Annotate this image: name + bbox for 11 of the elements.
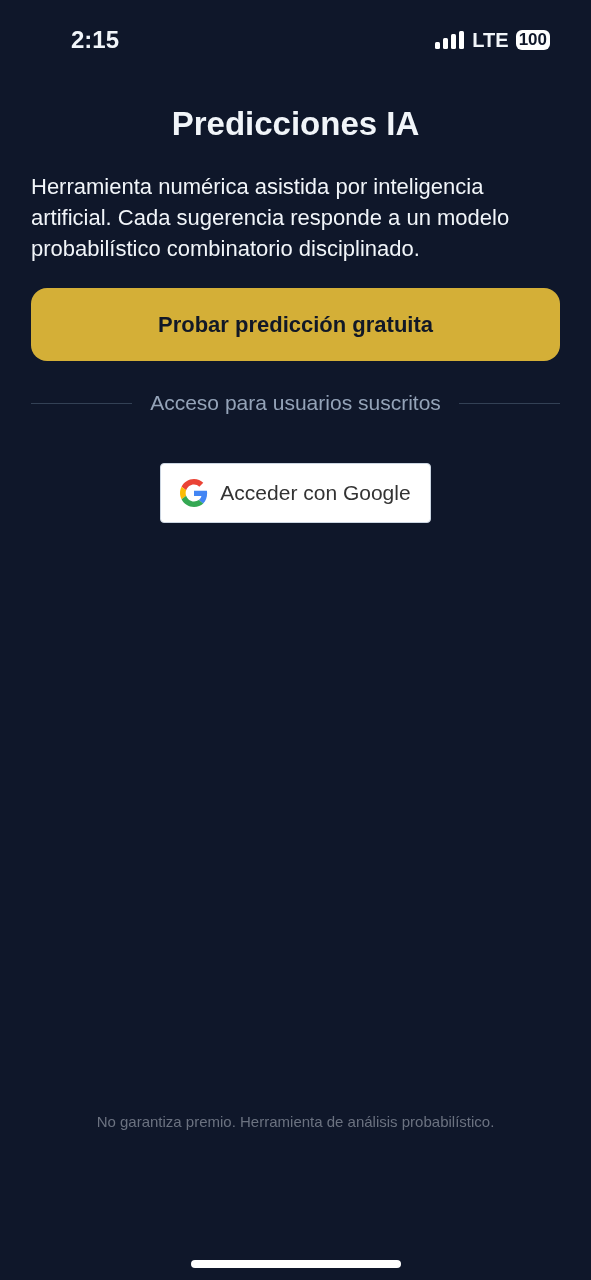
description-text: Herramienta numérica asistida por inteligencia artificial. Cada sugerencia responde a un modelo probabilístico combinatorio disciplinado. [31, 173, 511, 263]
signal-icon [435, 31, 466, 49]
divider-label: Acceso para usuarios suscritos [150, 391, 441, 415]
network-label: LTE [472, 28, 509, 52]
free-trial-button[interactable]: Probar predicción gratuita [31, 288, 560, 361]
google-g-icon [180, 479, 209, 507]
disclaimer-text: No garantiza premio. Herramienta de análisis probabilístico. [95, 1113, 496, 1130]
google-sign-in-button[interactable]: Acceder con Google [160, 463, 431, 523]
status-time: 2:15 [71, 26, 120, 54]
page-title: Predicciones IA [170, 105, 421, 143]
battery-indicator: 100 [515, 30, 550, 50]
